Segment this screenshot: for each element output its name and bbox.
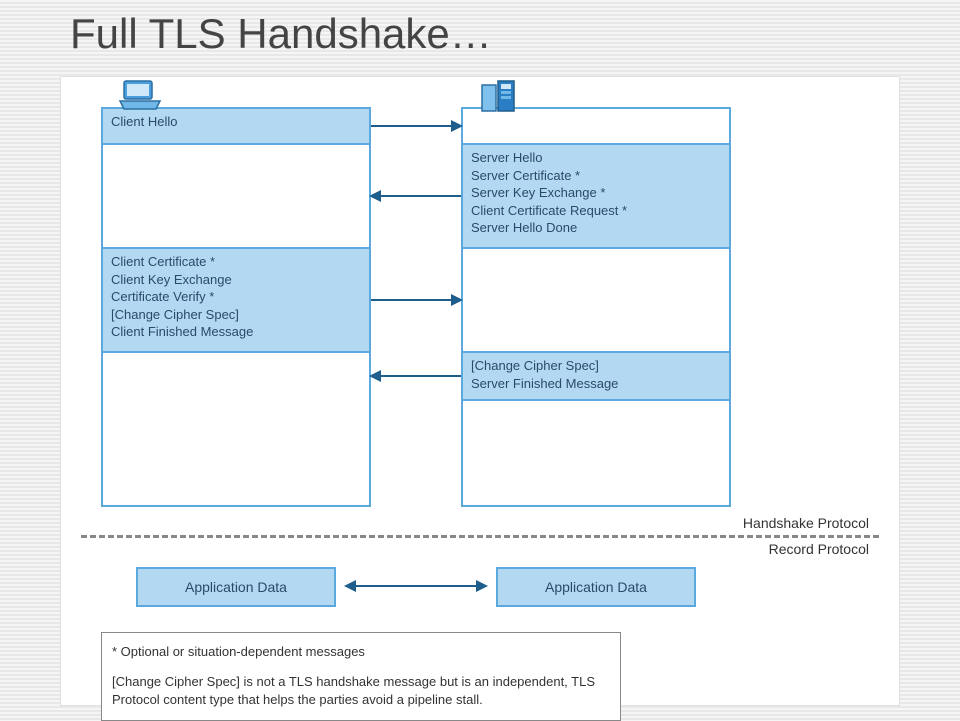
arrow-server-finished <box>371 375 461 377</box>
server-icon <box>478 79 522 122</box>
slide: Full TLS Handshake… Client Hello Client … <box>0 0 960 720</box>
label-handshake-protocol: Handshake Protocol <box>743 515 869 531</box>
server-row-empty3 <box>463 401 729 501</box>
server-lifeline: Server Hello Server Certificate * Server… <box>461 107 731 507</box>
client-row-empty1 <box>103 145 369 249</box>
arrow-client-hello <box>371 125 461 127</box>
page-title: Full TLS Handshake… <box>70 10 492 58</box>
client-row-cert-keyexchange: Client Certificate * Client Key Exchange… <box>103 249 369 353</box>
arrow-client-keyexchange <box>371 299 461 301</box>
footnote-spacer <box>112 663 610 671</box>
laptop-icon <box>118 79 162 118</box>
footnote-line2: [Change Cipher Spec] is not a TLS handsh… <box>112 673 610 709</box>
appdata-arrow-bidir <box>346 585 486 587</box>
server-row-hello: Server Hello Server Certificate * Server… <box>463 145 729 249</box>
footnote-box: * Optional or situation-dependent messag… <box>101 632 621 721</box>
server-row-finished: [Change Cipher Spec] Server Finished Mes… <box>463 353 729 401</box>
client-row-empty2 <box>103 353 369 501</box>
protocol-divider <box>81 535 879 538</box>
server-row-empty2 <box>463 249 729 353</box>
footnote-line1: * Optional or situation-dependent messag… <box>112 643 610 661</box>
diagram-canvas: Client Hello Client Certificate * Client… <box>60 76 900 706</box>
label-record-protocol: Record Protocol <box>769 541 869 557</box>
arrow-server-hello <box>371 195 461 197</box>
client-lifeline: Client Hello Client Certificate * Client… <box>101 107 371 507</box>
appdata-client-box: Application Data <box>136 567 336 607</box>
message-arrows <box>371 107 461 507</box>
appdata-server-box: Application Data <box>496 567 696 607</box>
